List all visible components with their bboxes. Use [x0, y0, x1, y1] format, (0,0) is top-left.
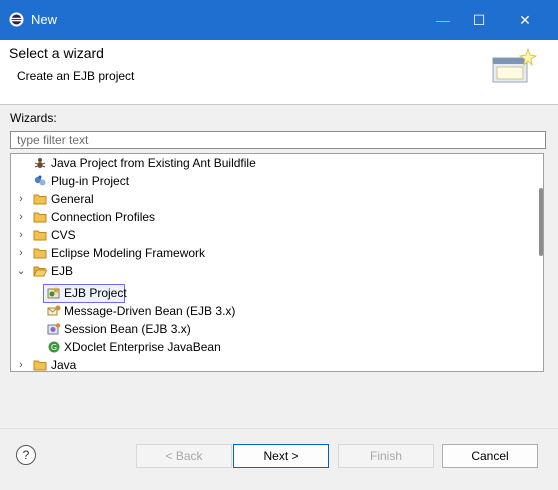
tree-item-label: Java Project from Existing Ant Buildfile	[51, 156, 256, 170]
chevron-right-icon[interactable]: ›	[15, 244, 27, 262]
window-title: New	[31, 12, 58, 27]
tree-item-label: General	[51, 192, 94, 206]
cancel-button[interactable]: Cancel	[442, 444, 538, 468]
tree-item-cvs[interactable]: › CVS	[11, 226, 523, 244]
tree-item-message-driven-bean[interactable]: Message-Driven Bean (EJB 3.x)	[11, 302, 523, 320]
tree-scrollbar[interactable]	[539, 188, 543, 256]
folder-open-icon	[33, 266, 47, 277]
ejb-project-icon	[47, 287, 60, 299]
tree-item-label: EJB Project	[64, 286, 127, 300]
session-bean-icon	[47, 323, 61, 335]
next-button[interactable]: Next >	[233, 444, 329, 468]
folder-icon	[33, 230, 47, 241]
tree-item-label: Java	[51, 358, 77, 372]
finish-button[interactable]: Finish	[338, 444, 434, 468]
tree-item-label: Eclipse Modeling Framework	[51, 246, 206, 260]
folder-icon	[33, 212, 47, 223]
tree-item-label: Message-Driven Bean (EJB 3.x)	[64, 304, 236, 318]
folder-icon	[33, 360, 47, 371]
tree-item-connection-profiles[interactable]: › Connection Profiles	[11, 208, 523, 226]
plugin-icon	[34, 175, 46, 186]
tree-item-label: CVS	[51, 228, 76, 242]
chevron-right-icon[interactable]: ›	[15, 226, 27, 244]
chevron-right-icon[interactable]: ›	[15, 190, 27, 208]
xdoclet-icon: G	[48, 341, 60, 353]
ant-icon	[34, 158, 46, 168]
tree-item-ejb[interactable]: ⌄ EJB	[11, 262, 523, 280]
help-button[interactable]: ?	[16, 445, 36, 465]
tree-item-session-bean[interactable]: Session Bean (EJB 3.x)	[11, 320, 523, 338]
chevron-right-icon[interactable]: ›	[15, 208, 27, 226]
new-wizard-dialog: New — ☐ ✕ Select a wizard Create an EJB …	[0, 0, 558, 490]
folder-icon	[33, 248, 47, 259]
tree-item-java[interactable]: › Java	[11, 356, 523, 372]
tree-item-plugin-project[interactable]: Plug-in Project	[11, 172, 523, 190]
page-title: Select a wizard	[9, 45, 104, 61]
tree-item-label: Plug-in Project	[51, 174, 130, 188]
new-wizard-banner-icon	[492, 47, 538, 83]
chevron-down-icon[interactable]: ⌄	[15, 262, 27, 280]
tree-item-emf[interactable]: › Eclipse Modeling Framework	[11, 244, 523, 262]
tree-item-ant-project[interactable]: Java Project from Existing Ant Buildfile	[11, 154, 523, 172]
tree-item-general[interactable]: › General	[11, 190, 523, 208]
folder-icon	[33, 194, 47, 205]
filter-input[interactable]	[10, 131, 546, 149]
tree-item-label: EJB	[51, 264, 74, 278]
wizard-header: Select a wizard Create an EJB project	[0, 40, 558, 105]
message-bean-icon	[47, 305, 61, 316]
maximize-button[interactable]: ☐	[456, 0, 502, 40]
wizards-label: Wizards:	[10, 111, 57, 125]
back-button[interactable]: < Back	[136, 444, 232, 468]
tree-item-ejb-project[interactable]: EJB Project	[11, 284, 523, 302]
title-bar[interactable]: New — ☐ ✕	[0, 0, 558, 40]
tree-item-label: XDoclet Enterprise JavaBean	[64, 340, 221, 354]
footer-divider	[0, 428, 558, 429]
chevron-right-icon[interactable]: ›	[15, 356, 27, 371]
close-button[interactable]: ✕	[502, 0, 548, 40]
tree-item-xdoclet[interactable]: G XDoclet Enterprise JavaBean	[11, 338, 523, 356]
tree-item-label: Connection Profiles	[51, 210, 156, 224]
eclipse-app-icon	[9, 12, 24, 27]
wizard-tree[interactable]: Java Project from Existing Ant Buildfile…	[10, 153, 544, 372]
svg-text:G: G	[51, 343, 57, 352]
tree-item-label: Session Bean (EJB 3.x)	[64, 322, 191, 336]
page-description: Create an EJB project	[17, 69, 135, 83]
